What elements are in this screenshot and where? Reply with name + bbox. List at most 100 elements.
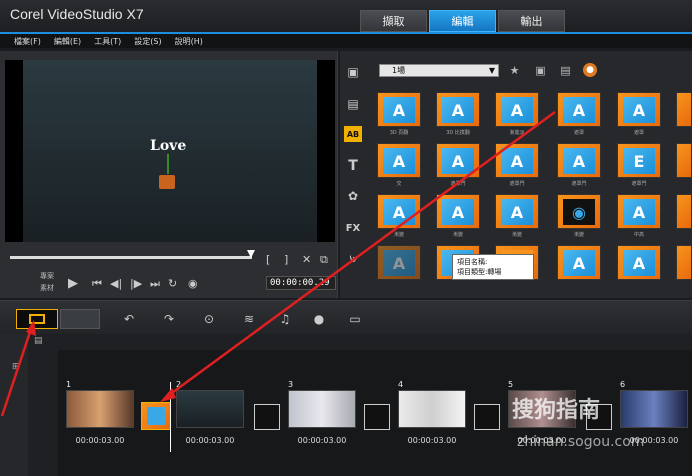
transition-thumb[interactable]: ◉ <box>557 194 601 229</box>
transition-slot[interactable] <box>474 404 500 430</box>
drop-cursor <box>170 382 171 452</box>
transition-thumb[interactable]: A <box>377 92 421 127</box>
tooltip-type: 項目類型:轉場 <box>457 268 502 276</box>
transition-thumb-partial[interactable] <box>676 194 692 229</box>
enlarge-icon[interactable]: ⧉ <box>320 253 328 267</box>
next-frame-icon[interactable]: |▶ <box>130 277 142 290</box>
clip-thumbnail <box>398 390 466 428</box>
transition-thumb[interactable]: A <box>436 194 480 229</box>
zoom-icon[interactable]: ⊞ <box>12 362 20 372</box>
transition-thumb[interactable]: A <box>436 92 480 127</box>
undo-icon[interactable]: ↶ <box>114 309 144 329</box>
transition-thumb-partial[interactable] <box>676 245 692 280</box>
storyboard-clip[interactable]: 3 00:00:03.00 <box>288 380 356 456</box>
mark-out-icon[interactable]: ] <box>284 253 288 266</box>
get-more-icon[interactable]: ● <box>583 63 597 77</box>
record-capture-icon[interactable]: ⊙ <box>194 309 224 329</box>
menu-edit[interactable]: 編輯(E) <box>54 36 81 47</box>
clip-number: 2 <box>176 380 182 389</box>
thumb-label: 漸變 <box>511 232 522 238</box>
thumb-label: 交 <box>396 181 402 187</box>
transition-thumb-partial[interactable] <box>676 143 692 178</box>
motion-tracking-icon[interactable]: ● <box>304 309 334 329</box>
thumb-label: 遮罩門 <box>571 181 587 187</box>
apply-to-audio-icon[interactable]: ▤ <box>557 62 574 79</box>
clip-number: 4 <box>398 380 404 389</box>
timeline-view-button[interactable] <box>60 309 100 329</box>
tab-capture[interactable]: 擷取 <box>360 10 427 32</box>
timecode-display[interactable]: 00:00:00.29 <box>266 276 336 290</box>
clip-duration: 00:00:03.00 <box>407 436 457 445</box>
graphic-icon[interactable]: ✿ <box>344 188 362 204</box>
mark-in-icon[interactable]: [ <box>266 253 270 266</box>
sound-mixer-icon[interactable]: ≋ <box>234 309 264 329</box>
storyboard-view-button[interactable] <box>16 309 58 329</box>
cut-icon[interactable]: ✕ <box>302 253 311 266</box>
transition-thumb[interactable]: E <box>617 143 661 178</box>
app-title: Corel VideoStudio X7 <box>10 6 144 22</box>
transition-icon[interactable]: AB <box>344 126 362 142</box>
apply-to-video-icon[interactable]: ▣ <box>532 62 549 79</box>
transition-thumb[interactable]: A <box>617 194 661 229</box>
transition-slot[interactable] <box>254 404 280 430</box>
storyboard-clip[interactable]: 2 00:00:03.00 <box>176 380 244 456</box>
transition-thumb[interactable]: A <box>557 92 601 127</box>
thumb-label: 3D 比撲翻 <box>446 130 470 136</box>
filter-icon[interactable]: FX <box>344 220 362 236</box>
transition-thumb-partial[interactable] <box>676 92 692 127</box>
auto-music-icon[interactable]: ♫ <box>270 309 300 329</box>
thumb-label: 漸變 <box>452 232 463 238</box>
transition-thumb[interactable]: A <box>617 92 661 127</box>
transition-thumb[interactable]: A <box>436 143 480 178</box>
thumb-label: 遮罩門 <box>631 181 647 187</box>
thumb-label: 遮罩門 <box>450 181 466 187</box>
storyboard-small-icon[interactable]: ▤ <box>34 336 43 346</box>
storyboard-icon <box>29 314 45 324</box>
play-icon[interactable]: ▶ <box>68 276 78 291</box>
transition-thumb[interactable]: A <box>557 143 601 178</box>
transition-thumb[interactable]: A <box>617 245 661 280</box>
title-icon[interactable]: T <box>344 158 362 174</box>
tab-edit[interactable]: 編輯 <box>429 10 496 32</box>
clip-thumbnail <box>66 390 134 428</box>
storyboard-clip[interactable]: 1 00:00:03.00 <box>66 380 134 456</box>
gallery-dropdown[interactable]: 1場 ▼ <box>379 64 499 77</box>
tab-share[interactable]: 輸出 <box>498 10 565 32</box>
end-icon[interactable]: ⏭ <box>150 277 160 291</box>
clip-thumbnail <box>288 390 356 428</box>
thumb-label: 3D 頁翻 <box>389 130 409 136</box>
menu-file[interactable]: 檔案(F) <box>14 36 41 47</box>
instant-project-icon[interactable]: ▤ <box>344 96 362 112</box>
transition-slot[interactable] <box>364 404 390 430</box>
clip-mode-label[interactable]: 素材 <box>40 283 54 293</box>
transition-thumb[interactable]: A <box>377 143 421 178</box>
subtitle-editor-icon[interactable]: ▭ <box>340 309 370 329</box>
prev-frame-icon[interactable]: ◀| <box>110 277 122 290</box>
transition-thumb[interactable]: A <box>495 194 539 229</box>
storyboard-clip[interactable]: 4 00:00:03.00 <box>398 380 466 456</box>
storyboard-sidebar <box>0 334 28 476</box>
add-to-favorites-icon[interactable]: ★ <box>506 62 523 79</box>
transition-thumb[interactable]: A <box>377 194 421 229</box>
watermark-url: zhinan.sogou.com <box>517 434 645 450</box>
transition-thumb[interactable]: A <box>495 92 539 127</box>
home-icon[interactable]: ⏮ <box>92 277 102 291</box>
transition-thumb[interactable]: A <box>495 143 539 178</box>
transition-thumb[interactable]: A <box>557 245 601 280</box>
clip-thumbnail <box>176 390 244 428</box>
transition-slot[interactable] <box>141 402 171 430</box>
project-mode-label[interactable]: 專案 <box>40 271 54 281</box>
repeat-icon[interactable]: ↻ <box>168 277 177 290</box>
path-icon[interactable]: ⤷ <box>344 250 362 266</box>
redo-icon[interactable]: ↷ <box>154 309 184 329</box>
letterbox-left <box>5 60 23 242</box>
menu-tools[interactable]: 工具(T) <box>94 36 121 47</box>
gallery-dropdown-value: 1場 <box>392 66 406 75</box>
volume-icon[interactable]: ◉ <box>188 277 198 290</box>
scrub-bar[interactable] <box>10 256 252 259</box>
menu-help[interactable]: 說明(H) <box>175 36 203 47</box>
transition-thumb[interactable]: A <box>377 245 421 280</box>
media-icon[interactable]: ▣ <box>344 64 362 80</box>
letterbox-right <box>317 60 335 242</box>
menu-settings[interactable]: 設定(S) <box>134 36 161 47</box>
